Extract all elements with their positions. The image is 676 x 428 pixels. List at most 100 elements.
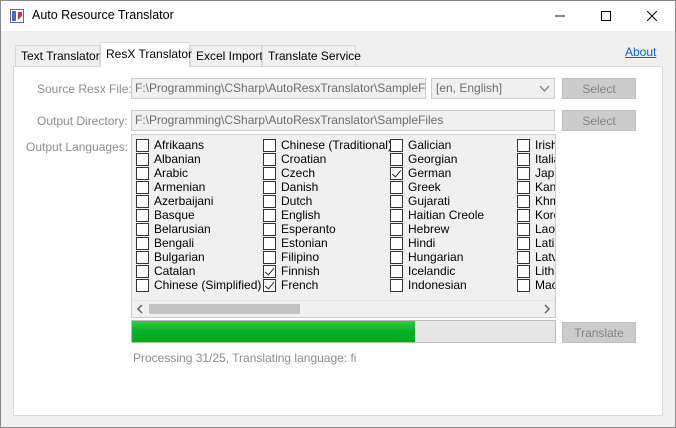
language-checkbox[interactable] xyxy=(136,250,149,264)
language-option[interactable]: Kannada xyxy=(517,180,555,194)
tab-resx-translator[interactable]: ResX Translator xyxy=(100,42,192,67)
language-checkbox[interactable] xyxy=(263,166,276,180)
language-checkbox[interactable] xyxy=(390,236,403,250)
language-option[interactable]: Lao xyxy=(517,222,555,236)
language-checkbox[interactable] xyxy=(517,180,530,194)
language-checkbox[interactable] xyxy=(136,152,149,166)
language-checkbox[interactable] xyxy=(390,180,403,194)
language-option[interactable]: Italian xyxy=(517,152,555,166)
language-option[interactable]: Finnish xyxy=(263,264,392,278)
language-checkbox[interactable] xyxy=(390,250,403,264)
output-languages-list[interactable]: Afrikaans Albanian Arabic Armenian Azerbaija… xyxy=(131,134,556,318)
language-checkbox[interactable] xyxy=(263,194,276,208)
language-option[interactable]: Belarusian xyxy=(136,222,261,236)
language-checkbox[interactable] xyxy=(136,264,149,278)
language-option[interactable]: Filipino xyxy=(263,250,392,264)
language-checkbox[interactable] xyxy=(263,152,276,166)
language-option[interactable]: Indonesian xyxy=(390,278,484,292)
language-option[interactable]: Icelandic xyxy=(390,264,484,278)
language-option[interactable]: Czech xyxy=(263,166,392,180)
language-option[interactable]: Japanese xyxy=(517,166,555,180)
source-resx-input[interactable]: F:\Programming\CSharp\AutoResxTranslator… xyxy=(131,78,426,99)
select-source-button[interactable]: Select xyxy=(562,78,636,99)
scrollbar-thumb[interactable] xyxy=(149,304,300,314)
language-option[interactable]: Catalan xyxy=(136,264,261,278)
language-option[interactable]: Albanian xyxy=(136,152,261,166)
language-option[interactable]: Azerbaijani xyxy=(136,194,261,208)
language-option[interactable]: Khmer xyxy=(517,194,555,208)
language-checkbox[interactable] xyxy=(136,278,149,292)
language-checkbox[interactable] xyxy=(517,152,530,166)
select-output-button[interactable]: Select xyxy=(562,110,636,131)
language-checkbox[interactable] xyxy=(517,264,530,278)
language-checkbox[interactable] xyxy=(263,278,276,292)
language-option[interactable]: Dutch xyxy=(263,194,392,208)
language-option[interactable]: Hebrew xyxy=(390,222,484,236)
tab-excel-import[interactable]: Excel Import xyxy=(190,45,263,66)
language-option[interactable]: French xyxy=(263,278,392,292)
language-option[interactable]: Gujarati xyxy=(390,194,484,208)
language-checkbox[interactable] xyxy=(390,152,403,166)
scroll-left-icon[interactable] xyxy=(136,304,144,314)
language-checkbox[interactable] xyxy=(263,236,276,250)
language-option[interactable]: Basque xyxy=(136,208,261,222)
language-option[interactable]: Macedonian xyxy=(517,278,555,292)
language-checkbox[interactable] xyxy=(517,250,530,264)
language-checkbox[interactable] xyxy=(136,138,149,152)
language-checkbox[interactable] xyxy=(390,166,403,180)
language-checkbox[interactable] xyxy=(263,138,276,152)
language-checkbox[interactable] xyxy=(517,222,530,236)
language-checkbox[interactable] xyxy=(390,278,403,292)
maximize-button[interactable] xyxy=(583,1,629,31)
language-checkbox[interactable] xyxy=(517,236,530,250)
language-option[interactable]: Haitian Creole xyxy=(390,208,484,222)
language-checkbox[interactable] xyxy=(263,250,276,264)
language-checkbox[interactable] xyxy=(390,264,403,278)
language-checkbox[interactable] xyxy=(517,278,530,292)
translate-button[interactable]: Translate xyxy=(562,322,636,343)
about-link[interactable]: About xyxy=(625,45,656,59)
close-button[interactable] xyxy=(629,1,675,31)
language-checkbox[interactable] xyxy=(136,208,149,222)
language-option[interactable]: Bulgarian xyxy=(136,250,261,264)
language-option[interactable]: Chinese (Simplified) xyxy=(136,278,261,292)
language-option[interactable]: Hindi xyxy=(390,236,484,250)
language-checkbox[interactable] xyxy=(136,180,149,194)
language-checkbox[interactable] xyxy=(136,166,149,180)
language-checkbox[interactable] xyxy=(390,138,403,152)
language-checkbox[interactable] xyxy=(517,194,530,208)
language-option[interactable]: German xyxy=(390,166,484,180)
language-checkbox[interactable] xyxy=(263,222,276,236)
language-checkbox[interactable] xyxy=(517,166,530,180)
language-option[interactable]: Hungarian xyxy=(390,250,484,264)
language-option[interactable]: Croatian xyxy=(263,152,392,166)
language-checkbox[interactable] xyxy=(390,222,403,236)
language-option[interactable]: English xyxy=(263,208,392,222)
language-option[interactable]: Greek xyxy=(390,180,484,194)
language-checkbox[interactable] xyxy=(136,236,149,250)
language-option[interactable]: Latvian xyxy=(517,250,555,264)
source-language-select[interactable]: [en, English] xyxy=(431,78,555,99)
scroll-right-icon[interactable] xyxy=(543,304,551,314)
language-checkbox[interactable] xyxy=(517,208,530,222)
horizontal-scrollbar[interactable] xyxy=(132,300,555,317)
language-option[interactable]: Georgian xyxy=(390,152,484,166)
language-checkbox[interactable] xyxy=(263,180,276,194)
language-option[interactable]: Afrikaans xyxy=(136,138,261,152)
language-checkbox[interactable] xyxy=(263,208,276,222)
language-checkbox[interactable] xyxy=(136,194,149,208)
language-checkbox[interactable] xyxy=(390,194,403,208)
language-option[interactable]: Armenian xyxy=(136,180,261,194)
language-option[interactable]: Esperanto xyxy=(263,222,392,236)
language-option[interactable]: Chinese (Traditional) xyxy=(263,138,392,152)
tab-translate-service[interactable]: Translate Service xyxy=(262,45,361,66)
language-option[interactable]: Bengali xyxy=(136,236,261,250)
language-checkbox[interactable] xyxy=(263,264,276,278)
language-option[interactable]: Korean xyxy=(517,208,555,222)
language-option[interactable]: Irish xyxy=(517,138,555,152)
title-bar[interactable]: Auto Resource Translator xyxy=(1,1,675,31)
language-option[interactable]: Latin xyxy=(517,236,555,250)
output-directory-input[interactable]: F:\Programming\CSharp\AutoResxTranslator… xyxy=(131,110,555,131)
minimize-button[interactable] xyxy=(537,1,583,31)
language-checkbox[interactable] xyxy=(517,138,530,152)
